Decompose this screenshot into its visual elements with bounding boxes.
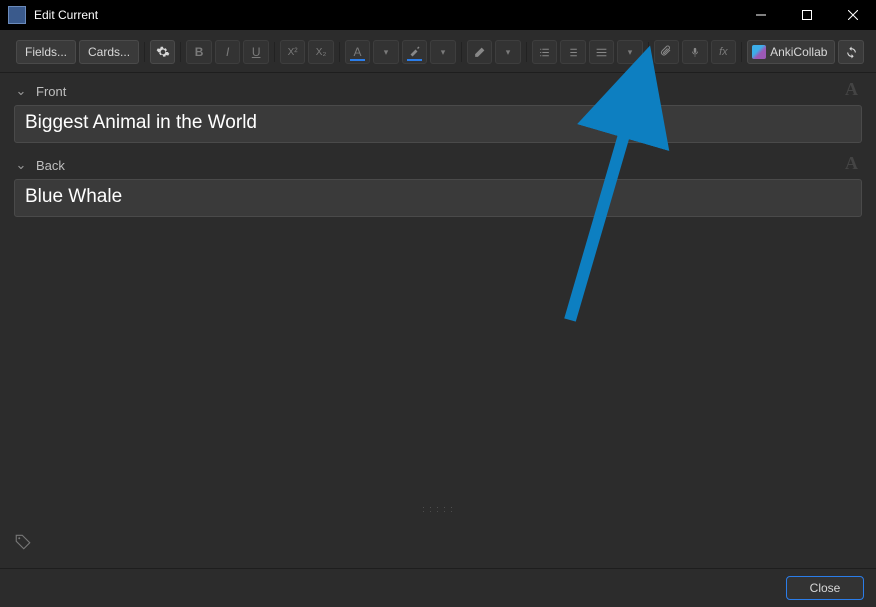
chevron-down-icon: ▾ [441,47,446,58]
ankicollab-icon [752,45,766,59]
fx-icon: fx [719,46,728,58]
ankicollab-button[interactable]: AnkiCollab [747,40,835,64]
clear-formatting-picker-button[interactable]: ▾ [495,40,521,64]
window-title: Edit Current [34,8,98,22]
attach-button[interactable] [654,40,680,64]
bold-icon: B [195,45,204,59]
superscript-icon: X² [288,47,298,58]
equation-button[interactable]: fx [711,40,737,64]
eraser-icon [473,46,486,59]
minimize-icon [756,10,766,20]
front-field-label: Front [36,84,66,99]
italic-icon: I [226,45,229,59]
record-button[interactable] [682,40,708,64]
highlight-picker-button[interactable]: ▾ [430,40,456,64]
cards-button[interactable]: Cards... [79,40,139,64]
sync-button[interactable] [838,40,864,64]
clear-formatting-button[interactable] [467,40,493,64]
text-color-button[interactable]: A [345,40,371,64]
align-icon [595,46,608,59]
text-color-icon: A [354,45,362,59]
paperclip-icon [660,45,672,59]
underline-button[interactable]: U [243,40,269,64]
subscript-icon: X₂ [316,47,327,58]
superscript-button[interactable]: X² [280,40,306,64]
front-field-header[interactable]: ⌄ Front A [14,79,862,103]
chevron-down-icon: ⌄ [14,83,28,99]
list-ul-icon [538,46,551,59]
chevron-down-icon: ⌄ [14,157,28,173]
chevron-down-icon: ▾ [628,47,633,58]
close-window-button[interactable] [830,0,876,30]
close-button[interactable]: Close [786,576,864,600]
ankicollab-label: AnkiCollab [770,45,827,59]
app-icon [8,6,26,24]
chevron-down-icon: ▾ [384,47,389,58]
pin-icon[interactable]: A [845,79,858,100]
indent-button[interactable]: ▾ [617,40,643,64]
drag-handle[interactable]: : : : : : [0,502,876,516]
gear-icon [156,45,170,59]
highlight-icon [409,46,421,58]
titlebar: Edit Current [0,0,876,30]
italic-button[interactable]: I [215,40,241,64]
options-button[interactable] [150,40,176,64]
minimize-button[interactable] [738,0,784,30]
sync-icon [845,46,858,59]
bottom-bar: Close [0,568,876,607]
back-field-header[interactable]: ⌄ Back A [14,153,862,177]
back-field-input[interactable]: Blue Whale [14,179,862,217]
text-color-picker-button[interactable]: ▾ [373,40,399,64]
close-icon [848,10,858,20]
list-ol-icon [566,46,579,59]
highlight-button[interactable] [402,40,428,64]
maximize-button[interactable] [784,0,830,30]
front-field-input[interactable]: Biggest Animal in the World [14,105,862,143]
fields-button[interactable]: Fields... [16,40,76,64]
subscript-button[interactable]: X₂ [308,40,334,64]
tags-row[interactable] [0,516,876,568]
tag-icon [14,533,32,551]
fields-area: ⌄ Front A Biggest Animal in the World ⌄ … [0,73,876,502]
pin-icon[interactable]: A [845,153,858,174]
alignment-button[interactable] [589,40,615,64]
microphone-icon [690,45,700,59]
chevron-down-icon: ▾ [506,47,511,58]
bold-button[interactable]: B [186,40,212,64]
editor-toolbar: Fields... Cards... B I U X² X₂ A ▾ ▾ [0,30,876,73]
ol-button[interactable] [560,40,586,64]
maximize-icon [802,10,812,20]
underline-icon: U [252,45,261,59]
back-field-label: Back [36,158,65,173]
ul-button[interactable] [532,40,558,64]
